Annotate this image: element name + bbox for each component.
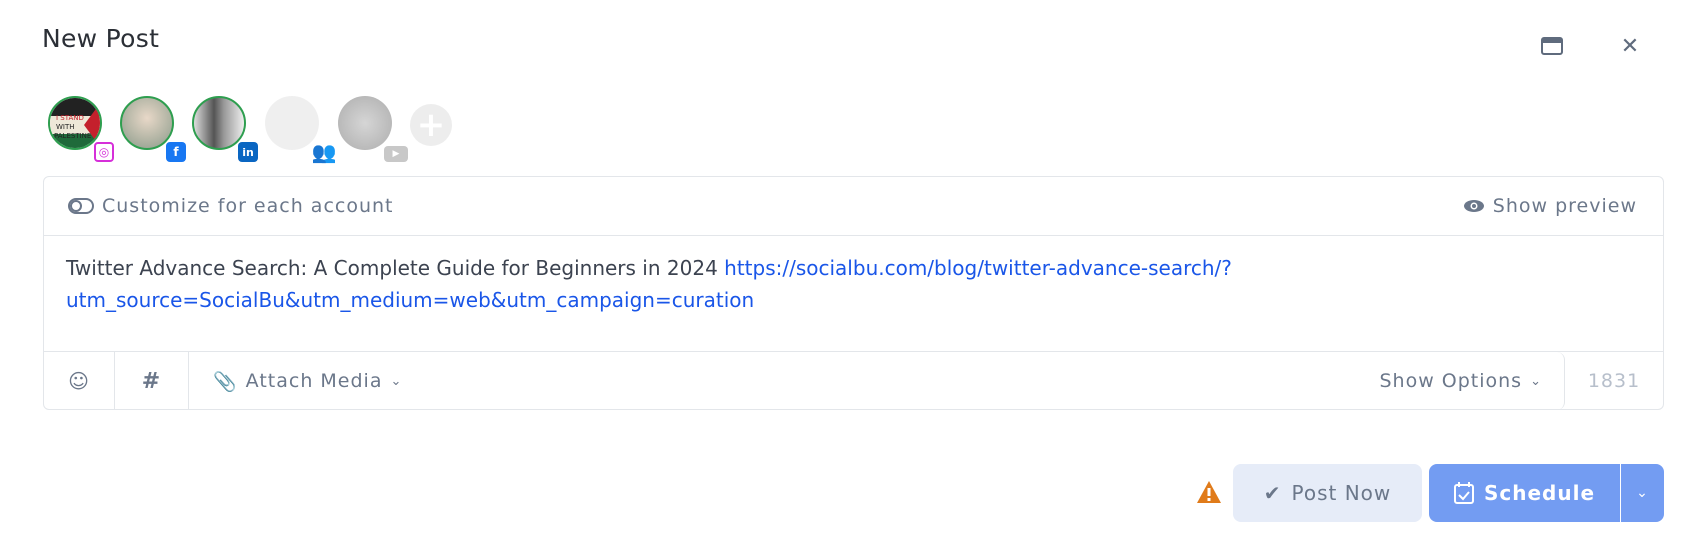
account-avatar-linkedin[interactable] bbox=[192, 96, 246, 150]
check-icon: ✔ bbox=[1263, 481, 1282, 505]
instagram-icon: ◎ bbox=[94, 142, 114, 162]
maximize-button[interactable] bbox=[1540, 34, 1564, 58]
facebook-icon: f bbox=[166, 142, 186, 162]
calendar-check-icon bbox=[1453, 482, 1474, 504]
dialog-title: New Post bbox=[42, 24, 160, 53]
hashtag-button[interactable]: # bbox=[115, 352, 189, 410]
chevron-down-icon: ⌄ bbox=[1636, 485, 1649, 501]
post-now-button[interactable]: ✔ Post Now bbox=[1233, 464, 1422, 522]
window-icon bbox=[1541, 37, 1563, 55]
svg-text:PALESTINE: PALESTINE bbox=[54, 132, 91, 140]
close-icon: ✕ bbox=[1620, 33, 1640, 59]
add-account-button[interactable]: + bbox=[410, 104, 452, 146]
account-avatar-instagram[interactable]: I STAND WITH PALESTINE bbox=[48, 96, 102, 150]
group-icon: 👥 bbox=[311, 140, 337, 164]
post-textarea[interactable]: Twitter Advance Search: A Complete Guide… bbox=[44, 236, 1663, 352]
hashtag-icon: # bbox=[141, 368, 162, 394]
customize-toggle[interactable]: Customize for each account bbox=[68, 195, 394, 217]
paperclip-icon: 📎 bbox=[213, 370, 238, 393]
toggle-icon bbox=[68, 198, 94, 214]
emoji-button[interactable]: ☺ bbox=[44, 352, 115, 410]
account-avatar-facebook[interactable] bbox=[120, 96, 174, 150]
schedule-dropdown-button[interactable]: ⌄ bbox=[1621, 464, 1664, 522]
post-editor: Customize for each account Show preview … bbox=[43, 176, 1664, 410]
close-button[interactable]: ✕ bbox=[1618, 33, 1642, 59]
character-count: 1831 bbox=[1587, 370, 1641, 392]
attach-media-button[interactable]: 📎 Attach Media ⌄ bbox=[189, 352, 402, 410]
chevron-down-icon: ⌄ bbox=[1530, 373, 1542, 389]
schedule-button[interactable]: Schedule bbox=[1429, 464, 1620, 522]
svg-text:WITH: WITH bbox=[56, 123, 75, 131]
show-options-button[interactable]: Show Options ⌄ bbox=[1357, 352, 1565, 410]
svg-text:I STAND: I STAND bbox=[56, 114, 84, 122]
eye-icon bbox=[1463, 200, 1484, 212]
plus-icon: + bbox=[416, 105, 446, 145]
warning-icon[interactable] bbox=[1196, 480, 1222, 508]
show-preview-button[interactable]: Show preview bbox=[1463, 195, 1637, 217]
youtube-icon: ▶ bbox=[384, 146, 408, 162]
linkedin-icon: in bbox=[238, 142, 258, 162]
emoji-icon: ☺ bbox=[68, 369, 90, 393]
account-avatar-youtube[interactable] bbox=[338, 96, 392, 150]
chevron-down-icon: ⌄ bbox=[390, 373, 403, 389]
